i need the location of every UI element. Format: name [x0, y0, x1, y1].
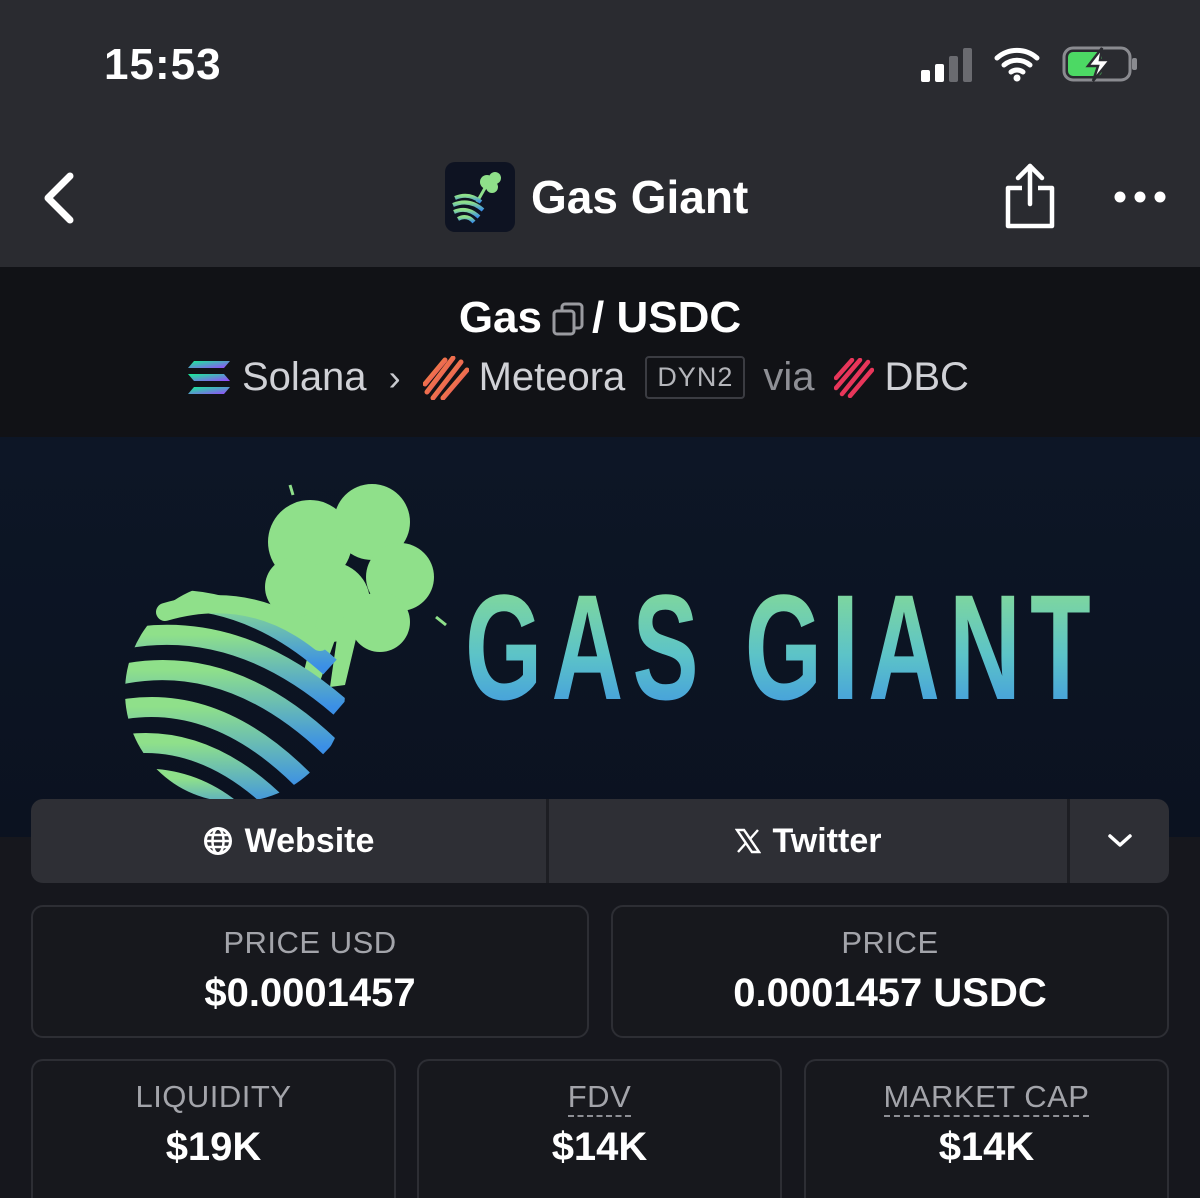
market-cap-value: $14K — [938, 1125, 1035, 1169]
token-name: Gas Giant — [531, 171, 749, 223]
fdv-card[interactable]: FDV $14K — [417, 1059, 782, 1198]
solana-logo-icon — [188, 360, 230, 394]
chevron-down-icon — [1107, 834, 1132, 847]
price-value: 0.0001457 USDC — [733, 971, 1047, 1015]
dbc-logo-icon — [834, 357, 875, 398]
gas-giant-logo-image: GAS GIANT — [125, 484, 1100, 802]
via-label: via — [763, 355, 815, 399]
twitter-button[interactable]: Twitter — [549, 799, 1070, 883]
base-token-symbol: Gas — [458, 293, 542, 342]
more-links-dropdown[interactable] — [1070, 799, 1169, 883]
website-button[interactable]: Website — [31, 799, 549, 883]
links-bar: Website Twitter — [31, 799, 1169, 883]
market-cap-label[interactable]: MARKET CAP — [883, 1079, 1090, 1117]
copy-icon[interactable] — [552, 297, 584, 347]
launchpad-name[interactable]: DBC — [884, 355, 968, 400]
price-usd-card: PRICE USD $0.0001457 — [31, 905, 589, 1038]
banner-logo-text: GAS GIANT — [465, 563, 1100, 731]
battery-charging-icon — [1062, 46, 1137, 82]
price-card: PRICE 0.0001457 USDC — [611, 905, 1169, 1038]
twitter-label: Twitter — [772, 821, 882, 860]
globe-icon — [203, 827, 232, 855]
back-button[interactable] — [36, 168, 80, 228]
chain-name[interactable]: Solana — [242, 355, 367, 400]
fdv-value: $14K — [551, 1125, 648, 1169]
fdv-label[interactable]: FDV — [567, 1079, 632, 1117]
cellular-signal-icon — [921, 46, 972, 82]
dex-version-badge: DYN2 — [645, 356, 746, 399]
pair-separator: / — [592, 293, 605, 342]
chain-breadcrumb: Solana › Meteora DYN2 via DBC — [186, 355, 969, 400]
pair-title: Gas / USDC — [0, 293, 1200, 347]
pair-header: Gas / USDC Solana › Meteora DYN2 via DBC — [0, 267, 1200, 437]
quote-token-symbol: USDC — [616, 293, 742, 342]
more-options-button[interactable] — [1112, 182, 1168, 212]
website-label: Website — [244, 821, 375, 860]
price-label: PRICE — [841, 925, 939, 960]
nav-title: Gas Giant — [445, 162, 748, 232]
liquidity-label: LIQUIDITY — [135, 1079, 292, 1114]
dex-name[interactable]: Meteora — [479, 355, 626, 400]
share-button[interactable] — [1002, 160, 1058, 232]
token-banner: GAS GIANT — [0, 437, 1200, 837]
breadcrumb-chevron-icon: › — [388, 356, 401, 398]
price-usd-value: $0.0001457 — [204, 971, 416, 1015]
status-time: 15:53 — [104, 40, 222, 89]
liquidity-card: LIQUIDITY $19K — [31, 1059, 396, 1198]
x-logo-icon — [734, 828, 761, 854]
meteora-logo-icon — [422, 355, 469, 400]
token-logo — [445, 162, 515, 232]
top-bar: 15:53 Gas Giant — [0, 0, 1200, 267]
price-usd-label: PRICE USD — [223, 925, 397, 960]
liquidity-value: $19K — [165, 1125, 262, 1169]
wifi-icon — [994, 47, 1040, 82]
market-cap-card[interactable]: MARKET CAP $14K — [804, 1059, 1169, 1198]
status-icons — [921, 44, 1140, 84]
